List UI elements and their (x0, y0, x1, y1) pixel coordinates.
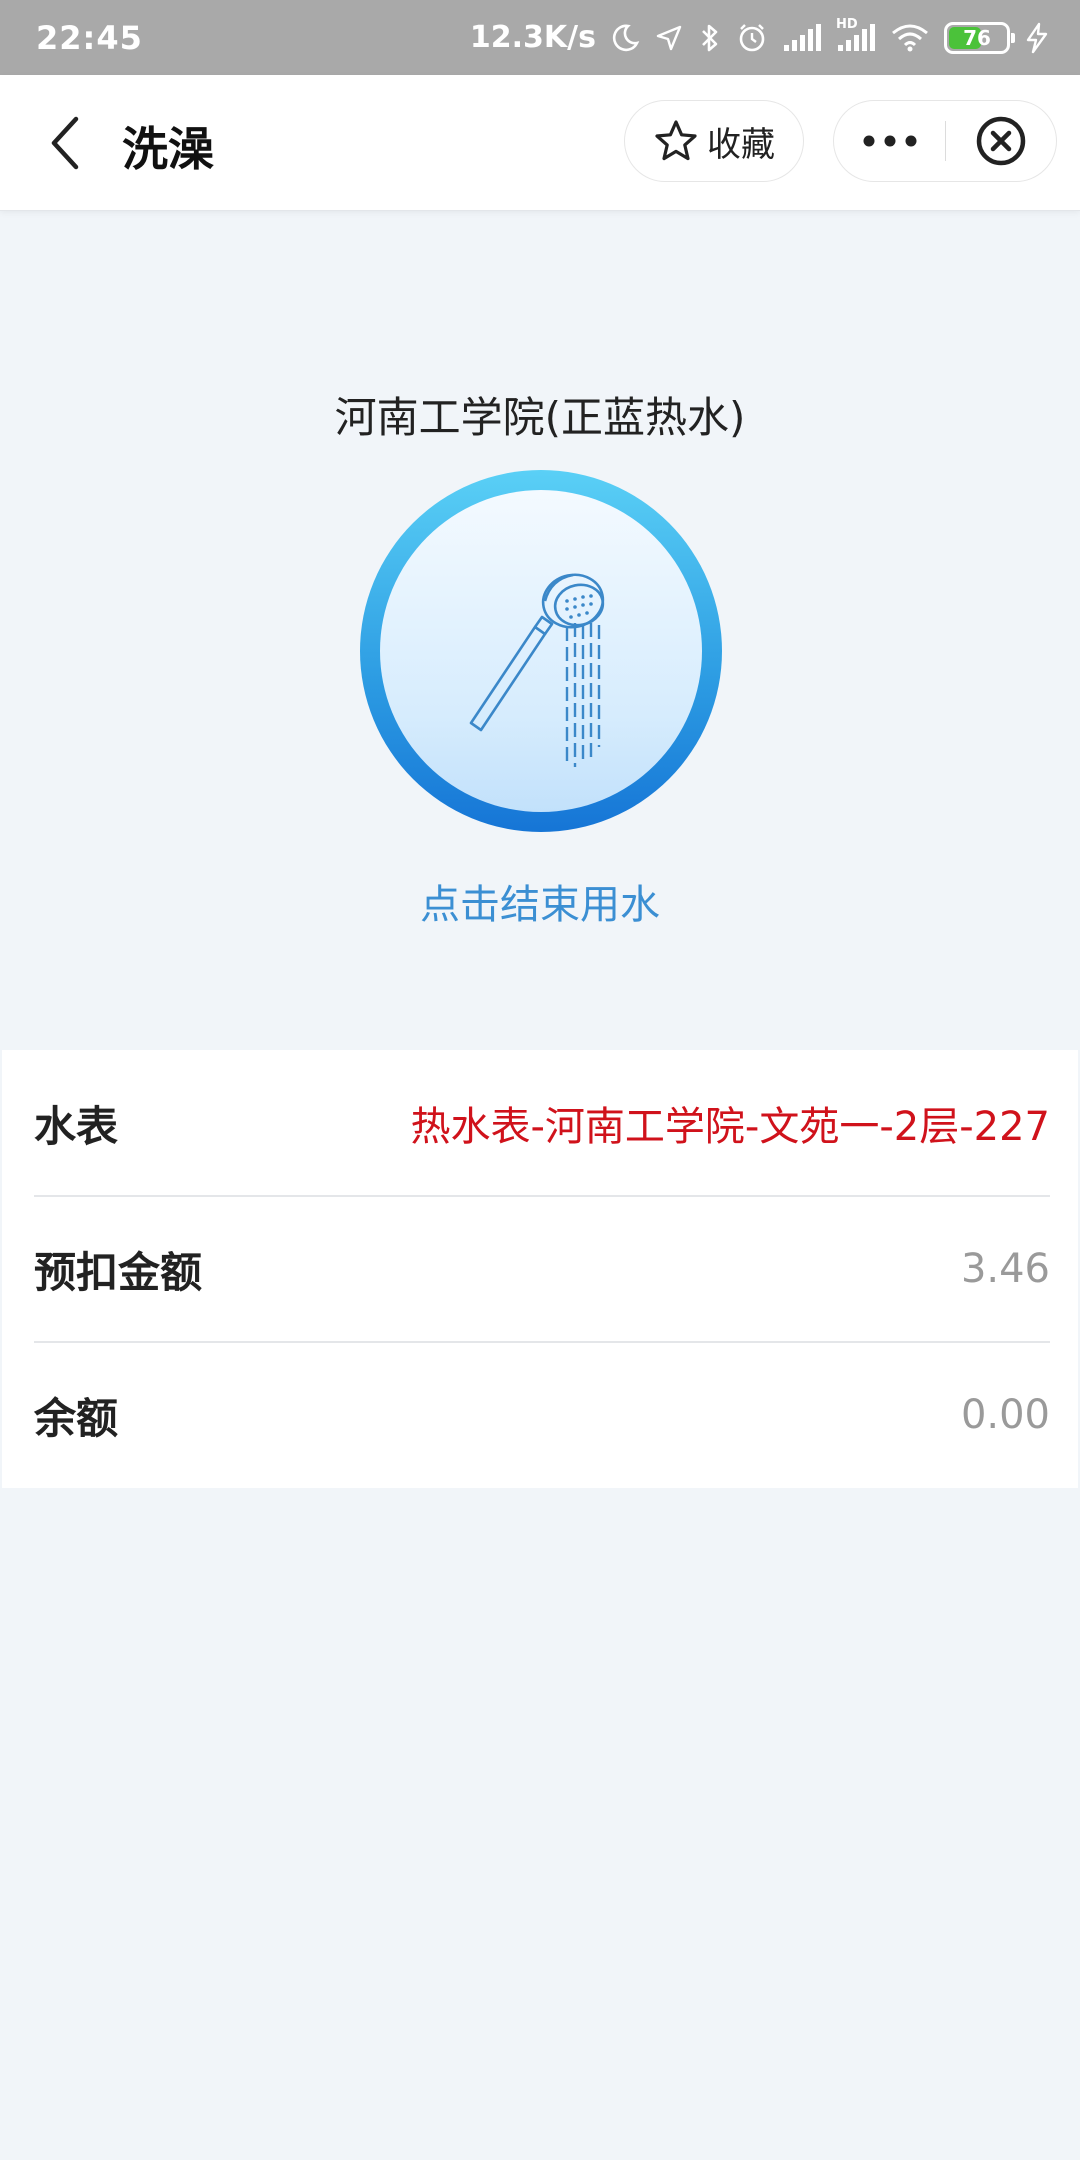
shower-button-inner (380, 490, 702, 812)
meter-row: 水表 热水表-河南工学院-文苑一-2层-227 (34, 1050, 1050, 1196)
more-dots-icon (863, 135, 916, 147)
signal-icon (782, 23, 822, 53)
favorite-button[interactable]: 收藏 (624, 100, 804, 182)
school-name: 河南工学院(正蓝热水) (334, 393, 746, 442)
moon-icon (610, 23, 640, 53)
wifi-icon (890, 23, 930, 53)
page-title: 洗澡 (122, 122, 214, 176)
status-icons: 12.3K/s HD 76 (469, 17, 1050, 55)
close-button[interactable] (946, 101, 1056, 181)
close-circle-icon (976, 116, 1026, 166)
star-icon (655, 120, 697, 161)
location-icon (654, 23, 684, 53)
meter-label: 水表 (34, 1101, 119, 1151)
balance-label: 余额 (34, 1393, 119, 1443)
balance-row: 余额 0.00 (34, 1342, 1050, 1488)
back-button[interactable] (36, 109, 96, 177)
meter-value: 热水表-河南工学院-文苑一-2层-227 (410, 1104, 1050, 1150)
status-time: 22:45 (36, 18, 143, 57)
favorite-label: 收藏 (707, 124, 775, 165)
charging-icon (1024, 22, 1050, 54)
alarm-icon (736, 22, 768, 54)
network-speed: 12.3K/s (469, 20, 596, 55)
prepaid-amount-label: 预扣金额 (34, 1247, 203, 1297)
balance-value: 0.00 (960, 1392, 1050, 1438)
prepaid-amount-row: 预扣金额 3.46 (34, 1196, 1050, 1342)
hd-signal-icon: HD (836, 17, 876, 53)
more-button[interactable] (834, 101, 945, 181)
bluetooth-icon (698, 22, 722, 54)
prepaid-amount-value: 3.46 (960, 1246, 1050, 1292)
end-water-button[interactable] (360, 470, 722, 832)
shower-head-icon (469, 573, 605, 767)
end-water-link[interactable]: 点击结束用水 (0, 872, 1080, 930)
mini-program-capsule (833, 100, 1057, 182)
battery-icon: 76 (944, 21, 1015, 54)
status-bar: 22:45 12.3K/s HD 76 (0, 0, 1080, 75)
chevron-left-icon (51, 116, 79, 170)
info-card: 水表 热水表-河南工学院-文苑一-2层-227 预扣金额 3.46 余额 0.0… (2, 1050, 1078, 1488)
nav-bar: 洗澡 收藏 (0, 75, 1080, 211)
hd-label: HD (836, 16, 858, 32)
battery-level: 76 (963, 25, 991, 50)
